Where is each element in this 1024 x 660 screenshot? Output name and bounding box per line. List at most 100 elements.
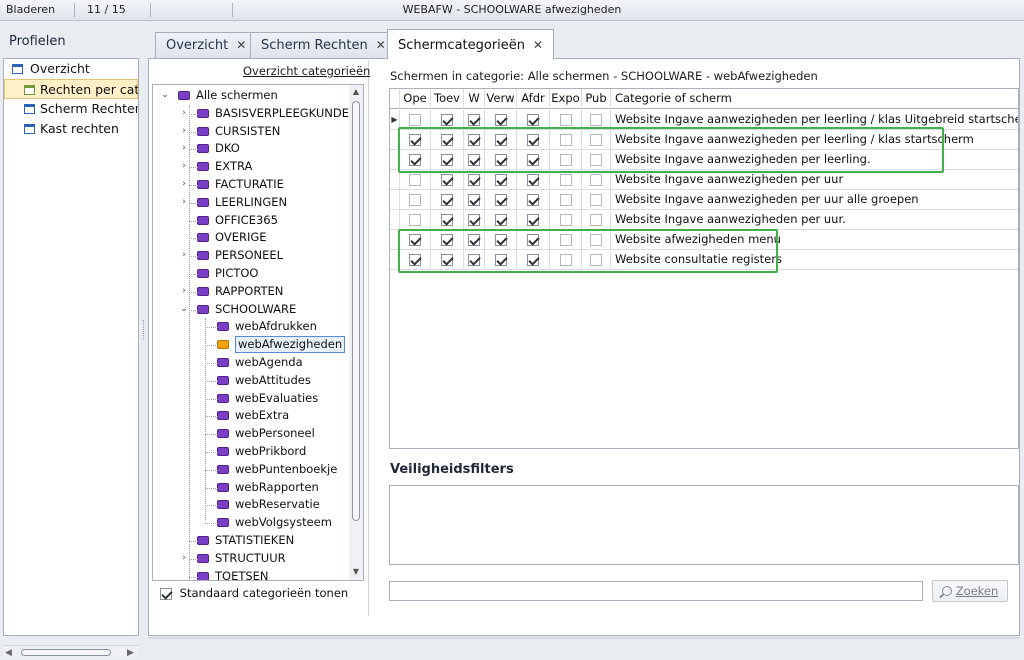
tree-node[interactable]: STATISTIEKEN <box>153 532 348 549</box>
search-button[interactable]: Zoeken <box>932 580 1008 602</box>
permission-checkbox[interactable] <box>559 213 572 226</box>
permission-checkbox[interactable] <box>494 193 507 206</box>
tree-node[interactable]: › CURSISTEN <box>153 123 348 140</box>
permission-checkbox[interactable] <box>527 133 539 146</box>
tree-node[interactable]: › PERSONEEL <box>153 247 348 264</box>
permission-checkbox[interactable] <box>527 113 539 126</box>
tab-screen-categories[interactable]: Schermcategorieën ✕ <box>387 29 555 59</box>
permission-checkbox[interactable] <box>527 153 539 166</box>
horizontal-scrollbar[interactable]: ◀ ▶ <box>3 645 139 659</box>
permission-checkbox[interactable] <box>590 133 602 146</box>
permission-checkbox[interactable] <box>590 213 602 226</box>
permission-checkbox[interactable] <box>441 253 453 266</box>
close-icon[interactable]: ✕ <box>533 38 543 52</box>
table-row[interactable]: Website afwezigheden menu <box>390 230 1018 250</box>
chevron-right-icon[interactable]: › <box>179 283 189 300</box>
pane-splitter[interactable] <box>143 320 146 340</box>
table-row[interactable]: ▶ Website Ingave aanwezigheden per leerli… <box>390 110 1018 130</box>
tree-node[interactable]: webReservatie <box>153 496 348 513</box>
tree-root[interactable]: ⌄ Alle schermen <box>153 87 348 104</box>
scrollbar-thumb[interactable] <box>21 649 111 656</box>
tree-node[interactable]: › LEERLINGEN <box>153 194 348 211</box>
permission-checkbox[interactable] <box>527 193 539 206</box>
permission-checkbox[interactable] <box>590 233 602 246</box>
permission-checkbox[interactable] <box>590 153 602 166</box>
permission-checkbox[interactable] <box>441 173 453 186</box>
permission-checkbox[interactable] <box>468 173 480 186</box>
close-icon[interactable]: ✕ <box>376 38 386 52</box>
permission-checkbox[interactable] <box>494 113 507 126</box>
security-filters-box[interactable] <box>389 485 1019 565</box>
tree-node[interactable]: › BASISVERPLEEGKUNDE <box>153 105 349 122</box>
vertical-scrollbar[interactable]: ▲ ▼ <box>349 85 363 580</box>
permission-checkbox[interactable] <box>468 113 480 126</box>
permission-checkbox[interactable] <box>468 253 480 266</box>
scroll-right-icon[interactable]: ▶ <box>127 646 134 660</box>
tree-node[interactable]: › FACTURATIE <box>153 176 348 193</box>
permission-checkbox[interactable] <box>409 133 421 146</box>
tree-node[interactable]: webPersoneel <box>153 425 348 442</box>
table-row[interactable]: Website Ingave aanwezigheden per uur. <box>390 210 1018 230</box>
permission-checkbox[interactable] <box>590 173 602 186</box>
chevron-right-icon[interactable]: › <box>179 123 189 140</box>
table-row[interactable]: Website Ingave aanwezigheden per uur all… <box>390 190 1018 210</box>
tree-node[interactable]: webPuntenboekje <box>153 461 348 478</box>
scroll-down-icon[interactable]: ▼ <box>349 567 363 576</box>
categories-overview-link[interactable]: Overzicht categorieën <box>243 64 370 78</box>
search-input[interactable] <box>389 581 923 601</box>
scroll-up-icon[interactable]: ▲ <box>349 87 363 96</box>
permission-checkbox[interactable] <box>441 193 453 206</box>
permission-checkbox[interactable] <box>494 253 507 266</box>
permission-checkbox[interactable] <box>441 113 453 126</box>
scrollbar-thumb[interactable] <box>352 101 360 521</box>
column-header[interactable]: Expo <box>550 89 582 109</box>
permission-checkbox[interactable] <box>409 153 421 166</box>
chevron-right-icon[interactable]: › <box>179 105 189 122</box>
column-header[interactable]: Categorie of scherm <box>611 89 1018 109</box>
permission-checkbox[interactable] <box>409 253 421 266</box>
permission-checkbox[interactable] <box>468 153 480 166</box>
permission-checkbox[interactable] <box>527 253 539 266</box>
chevron-right-icon[interactable]: › <box>179 247 189 264</box>
permission-checkbox[interactable] <box>590 253 602 266</box>
column-header[interactable]: W <box>464 89 485 109</box>
permission-checkbox[interactable] <box>494 213 507 226</box>
profile-item-cabinet-rights[interactable]: Kast rechten <box>4 119 138 139</box>
permission-checkbox[interactable] <box>441 153 453 166</box>
tree-node[interactable]: webExtra <box>153 407 348 424</box>
permission-checkbox[interactable] <box>494 173 507 186</box>
column-header[interactable]: Ope <box>400 89 431 109</box>
tree-node[interactable]: webAfdrukken <box>153 318 348 335</box>
permission-checkbox[interactable] <box>590 113 602 126</box>
permission-checkbox[interactable] <box>409 213 421 226</box>
permission-checkbox[interactable] <box>409 173 421 186</box>
tab-overview[interactable]: Overzicht ✕ <box>155 32 258 58</box>
column-header[interactable]: Pub <box>582 89 611 109</box>
profile-item-screen-rights[interactable]: Scherm Rechten <box>4 99 138 119</box>
tree-node[interactable]: ⌄ SCHOOLWARE <box>153 301 348 318</box>
column-header[interactable]: Toev <box>431 89 464 109</box>
scroll-left-icon[interactable]: ◀ <box>5 646 12 660</box>
tree-node[interactable]: PICTOO <box>153 265 348 282</box>
permission-checkbox[interactable] <box>590 193 602 206</box>
table-row[interactable]: Website Ingave aanwezigheden per leerlin… <box>390 130 1018 150</box>
tree-node[interactable]: webAfwezigheden <box>153 336 348 354</box>
column-header[interactable]: Afdr <box>517 89 550 109</box>
tree-node[interactable]: OVERIGE <box>153 229 348 246</box>
tree-node[interactable]: webRapporten <box>153 479 348 496</box>
tree-node[interactable]: TOETSEN <box>153 568 348 580</box>
profile-item-overview[interactable]: Overzicht <box>4 59 138 79</box>
tree-node[interactable]: webPrikbord <box>153 443 348 460</box>
permission-checkbox[interactable] <box>527 213 539 226</box>
permission-checkbox[interactable] <box>559 253 572 266</box>
permission-checkbox[interactable] <box>559 153 572 166</box>
chevron-right-icon[interactable]: › <box>179 140 189 157</box>
tree-node[interactable]: webEvaluaties <box>153 390 348 407</box>
permission-checkbox[interactable] <box>441 233 453 246</box>
close-icon[interactable]: ✕ <box>236 38 246 52</box>
permission-checkbox[interactable] <box>468 133 480 146</box>
permission-checkbox[interactable] <box>527 173 539 186</box>
table-row[interactable]: Website consultatie registers <box>390 250 1018 270</box>
tree-node[interactable]: OFFICE365 <box>153 212 348 229</box>
permission-checkbox[interactable] <box>494 153 507 166</box>
